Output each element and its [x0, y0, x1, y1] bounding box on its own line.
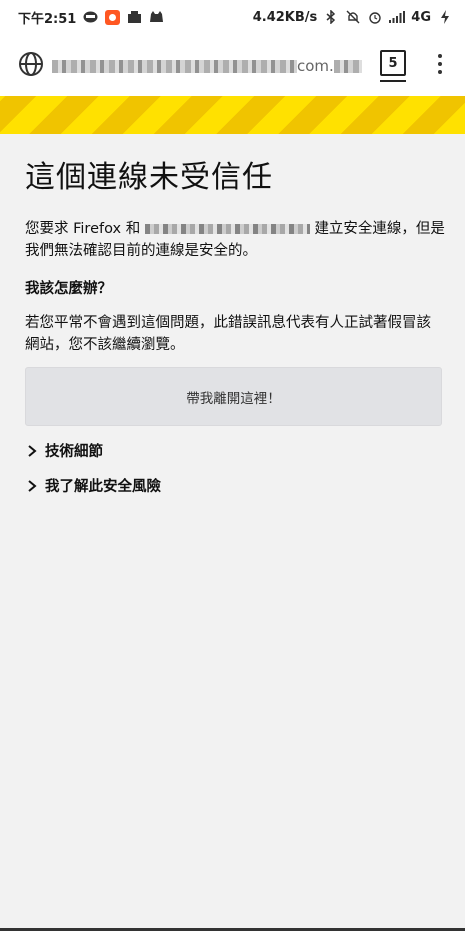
line-app-icon	[82, 10, 98, 24]
network-type: 4G	[411, 9, 431, 25]
game-icon	[148, 10, 164, 24]
app-icon	[104, 9, 120, 25]
menu-kebab-icon[interactable]	[432, 52, 448, 78]
tech-details-toggle[interactable]: 技術細節	[27, 440, 103, 461]
redacted-url-end	[333, 59, 362, 73]
advice-text: 若您平常不會遇到這個問題，此錯誤訊息代表有人正試著假冒該網站，您不該繼續瀏覽。	[25, 315, 431, 353]
redacted-url	[52, 59, 297, 73]
page-title: 這個連線未受信任	[25, 160, 273, 195]
redacted-host	[144, 224, 310, 234]
status-time: 下午2:51	[18, 11, 77, 27]
warning-stripes	[0, 96, 465, 134]
alarm-icon	[367, 10, 383, 24]
bluetooth-icon	[323, 10, 339, 24]
browser-toolbar: com. 5	[0, 34, 465, 96]
silent-icon	[345, 10, 361, 24]
signal-icon	[389, 10, 406, 24]
url-bar[interactable]: com.	[52, 57, 362, 73]
question-heading: 我該怎麼辦？	[25, 281, 112, 297]
url-suffix: com.	[297, 57, 334, 73]
net-speed: 4.42KB/s	[252, 9, 318, 25]
leave-button[interactable]: 帶我離開這裡！	[25, 367, 442, 426]
charging-icon	[437, 10, 453, 24]
chevron-right-icon	[27, 479, 37, 492]
chevron-right-icon	[27, 444, 37, 457]
tab-counter-button[interactable]: 5	[380, 50, 406, 76]
globe-icon[interactable]	[18, 51, 44, 77]
notification-icon	[126, 10, 142, 24]
understand-risks-toggle[interactable]: 我了解此安全風險	[27, 475, 161, 496]
intro-text: 您要求 Firefox 和 建立安全連線，但是我們無法確認目前的連線是安全的。	[25, 221, 445, 259]
tab-count: 5	[388, 55, 398, 71]
status-bar: 下午2:51 4.42KB/s 4G	[0, 0, 465, 34]
tab-counter-underline	[380, 80, 406, 82]
